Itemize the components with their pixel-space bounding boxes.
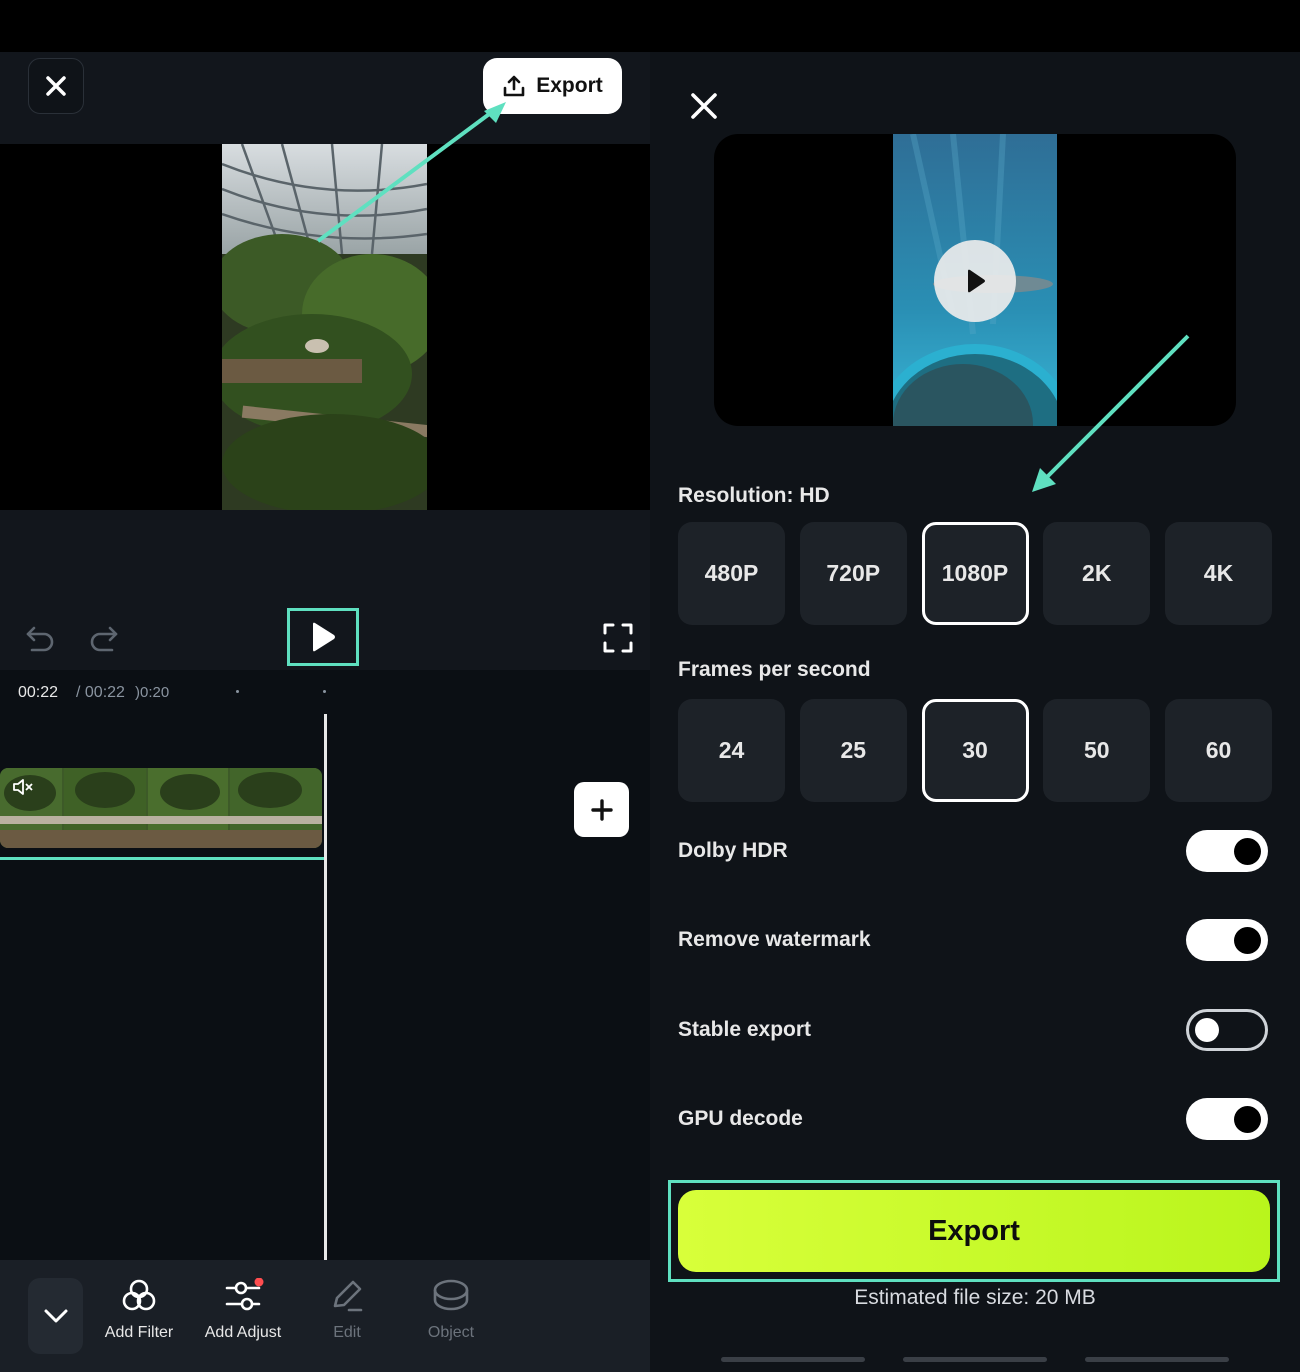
gpu-decode-row: GPU decode	[678, 1097, 1268, 1141]
play-icon	[968, 269, 985, 293]
stable-export-label: Stable export	[678, 1018, 812, 1041]
fps-option[interactable]: 24	[678, 699, 785, 802]
object-tool[interactable]: Object	[401, 1278, 501, 1358]
clip-audio-line	[0, 857, 324, 860]
annotation-arrow	[1032, 334, 1190, 492]
undo-icon[interactable]	[22, 620, 56, 654]
edit-label: Edit	[333, 1324, 361, 1341]
play-icon	[313, 622, 335, 652]
bottom-toolbar: Add Filter Add Adjust Edit Object	[0, 1260, 650, 1372]
resolution-option[interactable]: 4K	[1165, 522, 1272, 625]
annotation-arrow	[316, 102, 506, 243]
fps-option-selected[interactable]: 30	[921, 699, 1029, 802]
collapse-toolbar-button[interactable]	[28, 1278, 83, 1354]
play-button[interactable]	[287, 608, 359, 666]
remove-watermark-row: Remove watermark	[678, 918, 1268, 962]
object-label: Object	[427, 1324, 475, 1341]
export-confirm-button[interactable]: Export	[678, 1190, 1270, 1272]
fps-option[interactable]: 60	[1165, 699, 1272, 802]
resolution-options: 480P 720P 1080P 2K 4K	[678, 522, 1272, 625]
gpu-decode-toggle[interactable]	[1186, 1098, 1268, 1140]
gesture-handle	[1085, 1357, 1229, 1362]
redo-icon[interactable]	[88, 620, 122, 654]
close-icon[interactable]	[690, 92, 718, 120]
video-clip-track[interactable]	[0, 768, 322, 848]
current-time: 00:22	[18, 684, 59, 701]
object-icon	[433, 1279, 469, 1311]
fps-label: Frames per second	[678, 658, 871, 681]
fps-options: 24 25 30 50 60	[678, 699, 1272, 802]
dolby-hdr-row: Dolby HDR	[678, 829, 1268, 873]
export-button-label: Export	[536, 74, 603, 97]
timeline-tick-label: )0:20	[135, 684, 170, 701]
resolution-option[interactable]: 720P	[799, 522, 907, 625]
add-filter-tool[interactable]: Add Filter	[89, 1278, 189, 1358]
gesture-handle	[721, 1357, 865, 1362]
chevron-down-icon	[44, 1309, 67, 1323]
preview-play-button[interactable]	[934, 240, 1016, 322]
resolution-option-selected[interactable]: 1080P	[921, 522, 1029, 625]
close-icon	[46, 76, 66, 96]
estimated-file-size: Estimated file size: 20 MB	[854, 1286, 1096, 1309]
filter-icon	[122, 1279, 156, 1311]
add-clip-button[interactable]	[574, 782, 629, 837]
muted-audio-icon[interactable]	[12, 778, 34, 796]
resolution-option[interactable]: 480P	[678, 522, 785, 625]
remove-watermark-toggle[interactable]	[1186, 919, 1268, 961]
close-editor-button[interactable]	[28, 58, 84, 114]
timeline-tick-dot	[323, 690, 326, 693]
add-adjust-label: Add Adjust	[204, 1324, 282, 1341]
timeline-tick-dot	[236, 690, 239, 693]
add-filter-label: Add Filter	[104, 1324, 174, 1341]
video-preview	[0, 102, 650, 510]
fps-option[interactable]: 50	[1043, 699, 1151, 802]
upload-icon	[503, 75, 525, 97]
edit-tool[interactable]: Edit	[297, 1278, 397, 1358]
fps-option[interactable]: 25	[799, 699, 907, 802]
editor-panel: Export 00:22 / 00:22)0:20 Add Filter Ad…	[0, 52, 650, 1372]
fullscreen-icon[interactable]	[602, 622, 634, 654]
total-time: / 00:22	[76, 684, 125, 701]
export-highlight: Export	[668, 1180, 1280, 1282]
playback-controls	[0, 510, 650, 670]
gpu-decode-label: GPU decode	[678, 1107, 803, 1130]
dolby-hdr-label: Dolby HDR	[678, 839, 788, 862]
remove-watermark-label: Remove watermark	[678, 928, 871, 951]
gesture-handle	[903, 1357, 1047, 1362]
edit-icon	[333, 1280, 363, 1312]
resolution-option[interactable]: 2K	[1043, 522, 1151, 625]
add-adjust-tool[interactable]: Add Adjust	[193, 1278, 293, 1358]
plus-icon	[590, 798, 613, 821]
playhead[interactable]	[324, 714, 327, 1262]
timeline: 00:22 / 00:22 )0:20	[0, 670, 650, 1262]
adjust-icon	[225, 1278, 264, 1311]
stable-export-toggle[interactable]	[1186, 1009, 1268, 1051]
dolby-hdr-toggle[interactable]	[1186, 830, 1268, 872]
resolution-label: Resolution: HD	[678, 484, 830, 507]
export-settings-panel: Resolution: HD 480P 720P 1080P 2K 4K Fra…	[650, 52, 1300, 1372]
stable-export-row: Stable export	[678, 1008, 1268, 1052]
